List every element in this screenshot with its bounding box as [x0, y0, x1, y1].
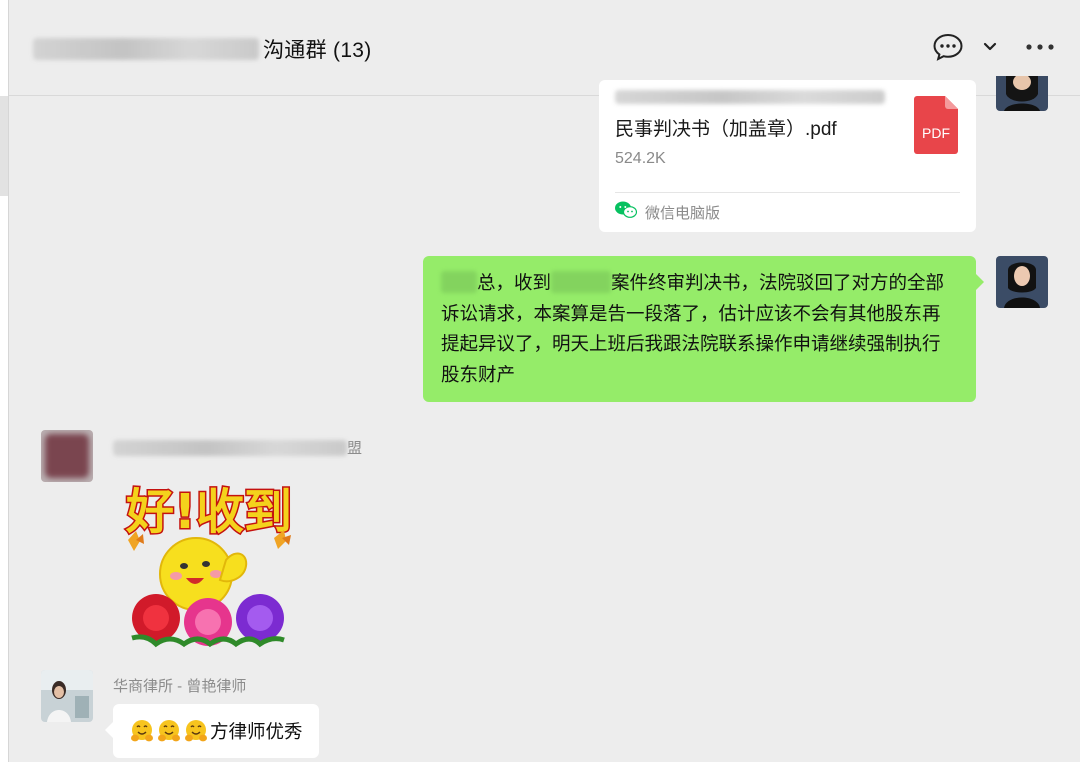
sticker-caption: 好!收到 [125, 484, 292, 540]
chat-title-text: 沟通群 (13) [263, 39, 372, 62]
redacted-file-path [615, 90, 885, 104]
file-card-divider [615, 192, 960, 193]
redacted-case-name [551, 271, 612, 293]
file-source-label: 微信电脑版 [645, 204, 721, 222]
chevron-down-icon[interactable] [979, 30, 1001, 64]
chat-title: 沟通群 (13) [33, 34, 372, 64]
header-actions [931, 30, 1057, 64]
self-avatar-top[interactable] [996, 76, 1048, 111]
sticker-message[interactable]: 好!收到 [114, 478, 304, 650]
file-name: 民事判决书（加盖章）.pdf [615, 119, 837, 140]
file-message-card[interactable]: 民事判决书（加盖章）.pdf 524.2K PDF 微信电脑版 [599, 80, 976, 232]
reply-text: 方律师优秀 [210, 721, 303, 742]
lawyer-avatar[interactable] [41, 670, 93, 722]
received-text-message[interactable]: 方律师优秀 [105, 704, 319, 758]
message-text-part-1: 总，收到 [477, 272, 552, 293]
more-icon[interactable] [1023, 30, 1057, 64]
chat-bubble-icon[interactable] [931, 30, 965, 64]
svg-text:PDF: PDF [922, 125, 950, 141]
redacted-group-name [33, 38, 259, 60]
redacted-name [441, 271, 477, 293]
hug-emoji-icon [183, 718, 209, 744]
chat-window: 沟通群 (13) 民事判决书（加盖章）.pdf 524.2K PDF 微信电脑版… [8, 0, 1080, 762]
hug-emoji-icon [129, 718, 155, 744]
wechat-icon [615, 201, 638, 223]
hug-emoji-icon [156, 718, 182, 744]
sidebar-edge [0, 96, 8, 196]
sent-text-message[interactable]: 总，收到 案件终审判决书，法院驳回了对方的全部诉讼请求，本案算是告一段落了，估计应… [423, 256, 984, 402]
file-size: 524.2K [615, 150, 666, 167]
reply-sender-name: 华商律所 - 曾艳律师 [113, 678, 247, 695]
sticker-sender-name: 盟 [113, 437, 362, 458]
file-source: 微信电脑版 [615, 201, 720, 223]
self-avatar[interactable] [996, 256, 1048, 308]
redacted-sender-name [113, 439, 347, 456]
member-avatar-blurred[interactable] [41, 430, 93, 482]
pdf-file-icon: PDF [914, 96, 958, 154]
